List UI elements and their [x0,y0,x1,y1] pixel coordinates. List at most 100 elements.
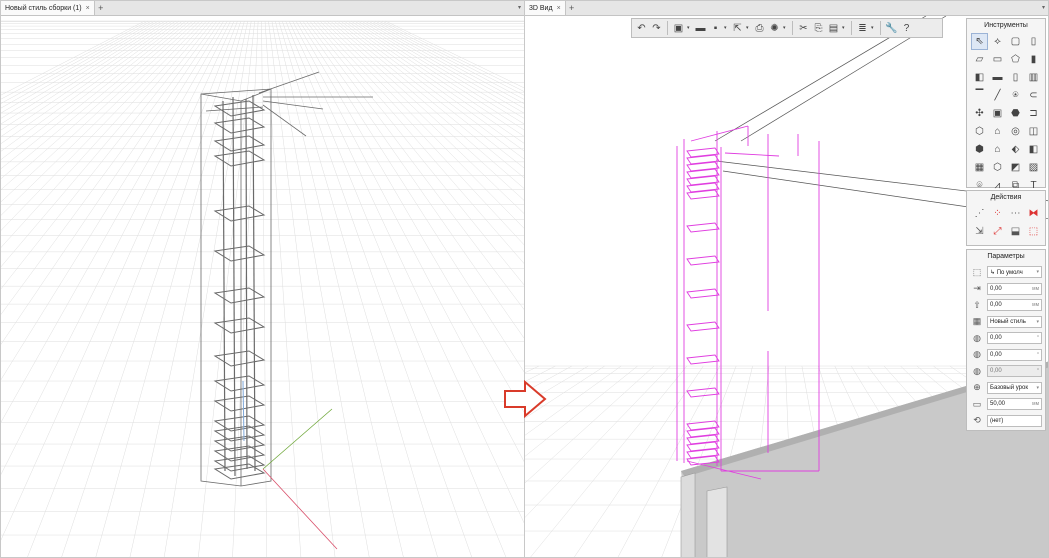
export-icon[interactable]: ⇱ [731,21,744,35]
tool-button-19[interactable]: ⊐ [1025,105,1042,122]
action-button-5[interactable]: ⤢ [989,223,1006,240]
tool-button-17[interactable]: ▣ [989,105,1006,122]
actions-panel-title: Действия [990,194,1022,201]
tool-button-10[interactable]: ▯ [1007,69,1024,86]
tool-button-9[interactable]: ▬ [989,69,1006,86]
tie-ring [213,245,266,262]
tool-button-1[interactable]: ⟡ [989,33,1006,50]
print-icon[interactable]: ⎙ [753,21,766,35]
tool-button-18[interactable]: ⬣ [1007,105,1024,122]
tools-grid: ⇖ ⟡ ▢ ▯ ▱ ▭ ⬠ ▮ ◧ ▬ ▯ ▥ ▔ ╱ ⍟ ⊂ ✣ ▣ ⬣ ⊐ ⬡ ⌂ ◎ ◫ ⬢ ⌂ ⬖ ◧ ▦ ⬡ ◩ ▨ ⌾ ⩘ ⧉ T [967,33,1045,194]
tool-button-14[interactable]: ⍟ [1007,87,1024,104]
param-field[interactable]: 0,00 ° [987,332,1042,345]
redo-icon[interactable]: ↷ [650,21,663,35]
help-icon[interactable]: ? [900,21,913,35]
render-icon[interactable]: ✺ [768,21,781,35]
tool-button-3[interactable]: ▯ [1025,33,1042,50]
param-value: 0,00 [990,351,1002,358]
right-tab-bar: 3D Вид × + ▾ [525,1,1048,16]
grid-line [61,20,242,557]
tool-button-20[interactable]: ⬡ [971,123,988,140]
copy-icon[interactable]: ⎘ [812,21,825,35]
action-button-7[interactable]: ⬚ [1025,223,1042,240]
action-button-1[interactable]: ⁘ [989,205,1006,222]
grid-line [1,20,152,104]
tool-button-25[interactable]: ⌂ [989,141,1006,158]
action-button-2[interactable]: ⋯ [1007,205,1024,222]
param-unit: ▾ [1036,384,1039,391]
assembly-scene [1,20,524,557]
tool-button-16[interactable]: ✣ [971,105,988,122]
tool-button-4[interactable]: ▱ [971,51,988,68]
tool-button-31[interactable]: ▨ [1025,159,1042,176]
param-field[interactable]: Базовый урок ▾ [987,381,1042,394]
rebar-cage-3d [676,125,820,480]
chevron-down-icon[interactable]: ▾ [724,25,729,31]
param-field[interactable]: 0,00 мм [987,299,1042,312]
close-icon[interactable]: × [557,5,561,12]
tool-button-29[interactable]: ⬡ [989,159,1006,176]
chevron-down-icon[interactable]: ▾ [842,25,847,31]
undo-icon[interactable]: ↶ [635,21,648,35]
param-field[interactable]: Новый стиль ▾ [987,315,1042,328]
tool-button-27[interactable]: ◧ [1025,141,1042,158]
tool-button-11[interactable]: ▥ [1025,69,1042,86]
tool-button-13[interactable]: ╱ [989,87,1006,104]
action-button-4[interactable]: ⇲ [971,223,988,240]
add-tab-button[interactable]: + [566,1,578,15]
param-field[interactable]: 0,00 ° [987,348,1042,361]
tool-button-15[interactable]: ⊂ [1025,87,1042,104]
tool-button-2[interactable]: ▢ [1007,33,1024,50]
param-field[interactable]: 0,00 мм [987,282,1042,295]
open-folder-icon[interactable]: ▬ [694,21,707,35]
paste-icon[interactable]: ▤ [827,21,840,35]
cut-icon[interactable]: ✂ [797,21,810,35]
tie-ring [213,445,266,462]
tool-button-5[interactable]: ▭ [989,51,1006,68]
tool-button-0[interactable]: ⇖ [971,33,988,50]
tool-button-24[interactable]: ⬢ [971,141,988,158]
chevron-down-icon[interactable]: ▾ [783,25,788,31]
action-button-6[interactable]: ⬓ [1007,223,1024,240]
tool-button-22[interactable]: ◎ [1007,123,1024,140]
tie-ring [686,321,720,332]
param-field[interactable]: (нет) [987,414,1042,427]
object-icon[interactable]: ▣ [672,21,685,35]
grid-line [337,20,524,169]
action-button-3[interactable]: ⧓ [1025,205,1042,222]
chevron-down-icon[interactable]: ▾ [687,25,692,31]
add-tab-button[interactable]: + [95,1,107,15]
chevron-down-icon[interactable]: ▾ [871,25,876,31]
layers-icon[interactable]: ≣ [856,21,869,35]
tie-ring [213,117,266,134]
tool-button-21[interactable]: ⌂ [989,123,1006,140]
assembly-3d-viewport[interactable] [1,16,524,557]
chevron-down-icon[interactable]: ▾ [746,25,751,31]
grid-line [1,20,231,475]
tool-button-6[interactable]: ⬠ [1007,51,1024,68]
param-field[interactable]: 50,00 мм [987,398,1042,411]
wrench-icon[interactable]: 🔧 [885,21,898,35]
tool-button-30[interactable]: ◩ [1007,159,1024,176]
param-field[interactable]: ↳ По умолч ▾ [987,266,1042,279]
tool-button-26[interactable]: ⬖ [1007,141,1024,158]
tab-3d-view[interactable]: 3D Вид × [525,1,566,15]
tool-button-28[interactable]: ▦ [971,159,988,176]
param-row: ▦ Новый стиль ▾ [967,314,1045,331]
chevron-down-icon[interactable]: ▾ [1042,4,1045,11]
tie-ring [686,147,720,158]
rebar-cage-wireframe [200,71,373,487]
tool-button-23[interactable]: ◫ [1025,123,1042,140]
grid-line [1,20,173,137]
tool-button-12[interactable]: ▔ [971,87,988,104]
save-icon[interactable]: ▪ [709,21,722,35]
param-icon: ⊕ [973,382,981,393]
tool-button-8[interactable]: ◧ [971,69,988,86]
chevron-down-icon[interactable]: ▾ [518,4,521,11]
action-button-0[interactable]: ⋰ [971,205,988,222]
tool-button-7[interactable]: ▮ [1025,51,1042,68]
param-unit: мм [1032,285,1039,292]
close-icon[interactable]: × [86,5,90,12]
tie-ring [686,441,720,452]
tab-assembly-style[interactable]: Новый стиль сборки (1) × [1,1,95,15]
